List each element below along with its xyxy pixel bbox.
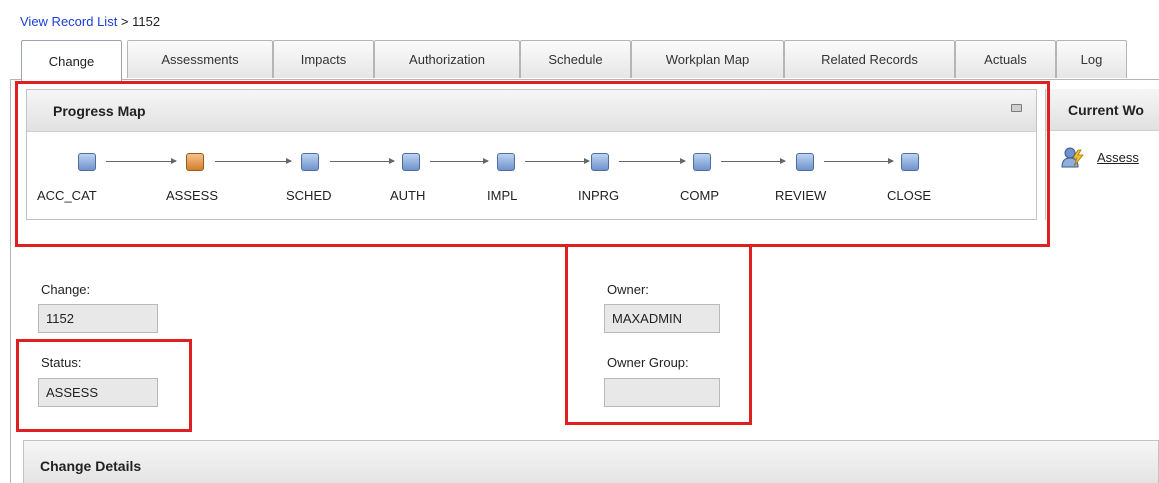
change-label: Change: bbox=[41, 282, 91, 297]
highlight-progress-map bbox=[15, 81, 1050, 247]
tab-impacts[interactable]: Impacts bbox=[273, 40, 374, 78]
assess-link[interactable]: Assess bbox=[1097, 150, 1139, 165]
tab-log[interactable]: Log bbox=[1056, 40, 1127, 78]
tab-strip-border bbox=[10, 79, 1159, 80]
highlight-owner-fields bbox=[565, 244, 752, 425]
content-border bbox=[10, 79, 11, 483]
current-work-header: Current Wo bbox=[1046, 89, 1159, 131]
tab-related-records[interactable]: Related Records bbox=[784, 40, 955, 78]
current-work-title: Current Wo bbox=[1068, 102, 1144, 118]
view-record-list-link[interactable]: View Record List bbox=[20, 14, 117, 29]
breadcrumb: View Record List > 1152 bbox=[20, 14, 160, 29]
highlight-status-field bbox=[16, 339, 192, 432]
tab-schedule[interactable]: Schedule bbox=[520, 40, 631, 78]
tab-assessments[interactable]: Assessments bbox=[127, 40, 273, 78]
change-details-panel[interactable]: Change Details bbox=[23, 440, 1159, 483]
tab-actuals[interactable]: Actuals bbox=[955, 40, 1056, 78]
assign-user-icon bbox=[1061, 147, 1084, 168]
tab-authorization[interactable]: Authorization bbox=[374, 40, 520, 78]
breadcrumb-separator: > bbox=[117, 14, 133, 29]
breadcrumb-current: 1152 bbox=[132, 14, 161, 29]
tab-workplan-map[interactable]: Workplan Map bbox=[631, 40, 784, 78]
change-field[interactable]: 1152 bbox=[38, 304, 158, 333]
change-details-title: Change Details bbox=[40, 458, 142, 474]
tab-change[interactable]: Change bbox=[21, 40, 122, 81]
